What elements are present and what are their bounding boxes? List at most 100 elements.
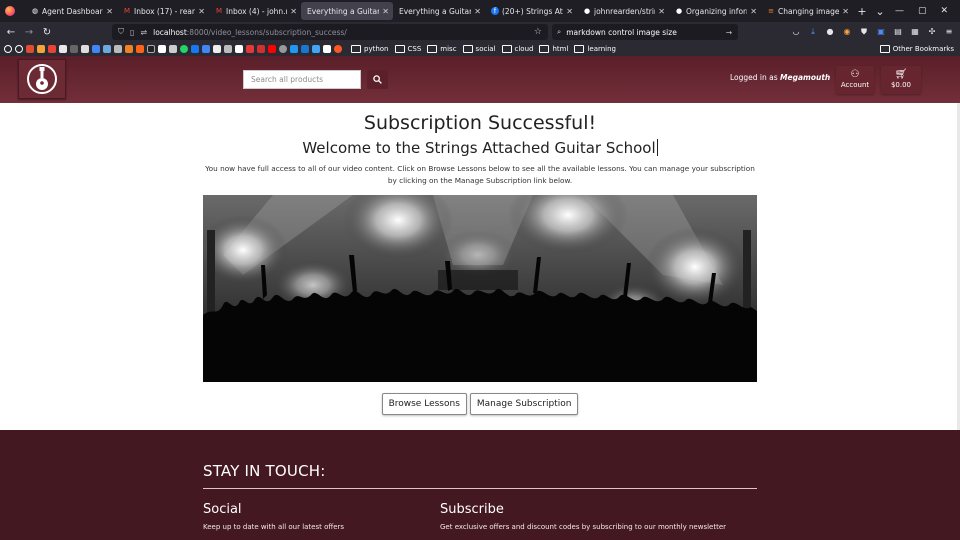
bookmark-icon[interactable] <box>81 45 89 53</box>
bookmark-icon[interactable] <box>323 45 331 53</box>
bookmark-folder-learning[interactable]: learning <box>574 45 616 53</box>
bookmark-icon[interactable] <box>37 45 45 53</box>
facebook-icon: f <box>491 7 499 15</box>
download-icon[interactable]: ⤓ <box>808 26 818 37</box>
bookmark-icon[interactable] <box>4 45 12 53</box>
bookmark-icon[interactable] <box>169 45 177 53</box>
extension-icon[interactable]: ⛊ <box>859 26 869 37</box>
tab-inbox-1[interactable]: M Inbox (17) - rearde ✕ <box>117 2 209 20</box>
menu-icon[interactable]: ≡ <box>944 26 954 37</box>
tab-facebook[interactable]: f (20+) Strings Attac ✕ <box>485 2 577 20</box>
bookmark-icon[interactable] <box>59 45 67 53</box>
bookmark-folder-python[interactable]: python <box>351 45 389 53</box>
close-icon[interactable]: ✕ <box>566 7 573 16</box>
minimize-icon[interactable]: — <box>895 6 904 16</box>
extension-icon[interactable]: ● <box>825 26 835 37</box>
bookmark-icon[interactable] <box>70 45 78 53</box>
bookmark-icon[interactable] <box>136 45 144 53</box>
bookmark-icon[interactable] <box>312 45 320 53</box>
bookmark-icon[interactable] <box>235 45 243 53</box>
page-subtitle: Welcome to the Strings Attached Guitar S… <box>0 139 960 157</box>
whatsapp-icon[interactable] <box>180 45 188 53</box>
extensions-puzzle-icon[interactable]: ✣ <box>927 26 937 37</box>
gmail-icon[interactable] <box>48 45 56 53</box>
bookmark-folder-misc[interactable]: misc <box>427 45 456 53</box>
bookmark-icon[interactable] <box>257 45 265 53</box>
chevron-down-icon[interactable]: ⌄ <box>871 5 889 18</box>
extension-icon[interactable]: ▤ <box>893 26 903 37</box>
bookmark-icon[interactable] <box>301 45 309 53</box>
bookmark-folder-cloud[interactable]: cloud <box>502 45 534 53</box>
footer-divider <box>203 488 757 489</box>
back-icon[interactable]: ← <box>2 27 20 38</box>
bookmark-icon[interactable] <box>279 45 287 53</box>
close-icon[interactable]: ✕ <box>750 7 757 16</box>
tab-agent-dashboard[interactable]: ◍ Agent Dashboard - My ✕ <box>25 2 117 20</box>
tab-stackoverflow[interactable]: ≡ Changing image si ✕ <box>761 2 853 20</box>
bookmark-icon[interactable] <box>213 45 221 53</box>
tab-everything-guitarist[interactable]: Everything a Guitarist ✕ <box>393 2 485 20</box>
new-tab-icon[interactable]: + <box>853 5 871 18</box>
bookmark-icon[interactable] <box>114 45 122 53</box>
url-host: localhost <box>153 27 187 37</box>
bookmark-icon[interactable] <box>92 45 100 53</box>
close-icon[interactable]: ✕ <box>198 7 205 16</box>
cart-button[interactable]: 🛒︎ $0.00 <box>881 66 921 94</box>
tab-github-2[interactable]: ● Organizing inform ✕ <box>669 2 761 20</box>
browser-search-bar[interactable]: ⌕ markdown control image size → <box>552 24 738 40</box>
tab-everything-guitarist-active[interactable]: Everything a Guitarist ✕ <box>301 2 393 20</box>
close-icon[interactable]: ✕ <box>658 7 665 16</box>
globe-icon: ◍ <box>31 7 39 15</box>
maximize-icon[interactable]: ▢ <box>918 6 927 16</box>
bookmark-icon[interactable] <box>246 45 254 53</box>
bookmark-icon[interactable] <box>334 45 342 53</box>
pocket-icon[interactable]: ◡ <box>791 26 801 37</box>
extension-icon[interactable]: ◉ <box>842 26 852 37</box>
forward-icon[interactable]: → <box>20 27 38 38</box>
close-window-icon[interactable]: ✕ <box>940 6 948 16</box>
bookmark-star-icon[interactable]: ☆ <box>534 27 542 37</box>
shield-icon: ⛉ <box>118 27 124 36</box>
close-icon[interactable]: ✕ <box>382 7 389 16</box>
youtube-icon[interactable] <box>268 45 276 53</box>
bookmark-icon[interactable] <box>224 45 232 53</box>
close-icon[interactable]: ✕ <box>842 7 849 16</box>
bookmark-icon[interactable] <box>290 45 298 53</box>
facebook-icon[interactable] <box>191 45 199 53</box>
bookmark-icon[interactable] <box>147 45 155 53</box>
subscribe-text: Get exclusive offers and discount codes … <box>440 523 727 531</box>
bookmark-folder-html[interactable]: html <box>539 45 568 53</box>
bookmark-icon[interactable] <box>15 45 23 53</box>
bookmark-folder-social[interactable]: social <box>463 45 496 53</box>
toolbar-icons: ◡ ⤓ ● ◉ ⛊ ▣ ▤ ▦ ✣ ≡ <box>791 26 954 37</box>
go-arrow-icon[interactable]: → <box>726 28 732 37</box>
bookmark-icon[interactable] <box>125 45 133 53</box>
close-icon[interactable]: ✕ <box>106 7 113 16</box>
text-caret <box>656 139 658 156</box>
search-button[interactable] <box>367 70 388 89</box>
close-icon[interactable]: ✕ <box>290 7 297 16</box>
bookmark-icon[interactable] <box>103 45 111 53</box>
close-icon[interactable]: ✕ <box>474 7 481 16</box>
account-button[interactable]: ⚇ Account <box>836 66 874 94</box>
bookmark-icon[interactable] <box>158 45 166 53</box>
site-footer: STAY IN TOUCH: Social Keep up to date wi… <box>0 430 960 540</box>
site-logo[interactable] <box>18 59 66 99</box>
social-title: Social <box>203 502 242 517</box>
reload-icon[interactable]: ↻ <box>38 27 56 38</box>
firefox-icon[interactable] <box>5 6 15 16</box>
browse-lessons-button[interactable]: Browse Lessons <box>381 393 467 415</box>
stackoverflow-icon: ≡ <box>768 7 774 15</box>
manage-subscription-button[interactable]: Manage Subscription <box>469 393 579 415</box>
product-search-input[interactable] <box>243 70 361 89</box>
url-bar[interactable]: ⛉ ▯ ⇌ localhost:8000/video_lessons/subsc… <box>112 24 548 40</box>
bookmark-folder-css[interactable]: CSS <box>395 45 422 53</box>
extension-icon[interactable]: ▦ <box>910 26 920 37</box>
bitwarden-icon[interactable]: ▣ <box>876 26 886 37</box>
tab-github-1[interactable]: ● johnrearden/string ✕ <box>577 2 669 20</box>
tab-inbox-2[interactable]: M Inbox (4) - john.re ✕ <box>209 2 301 20</box>
other-bookmarks[interactable]: Other Bookmarks <box>880 45 954 53</box>
bookmark-icon[interactable] <box>202 45 210 53</box>
tab-title: Inbox (17) - rearde <box>134 6 195 16</box>
bookmark-icon[interactable] <box>26 45 34 53</box>
